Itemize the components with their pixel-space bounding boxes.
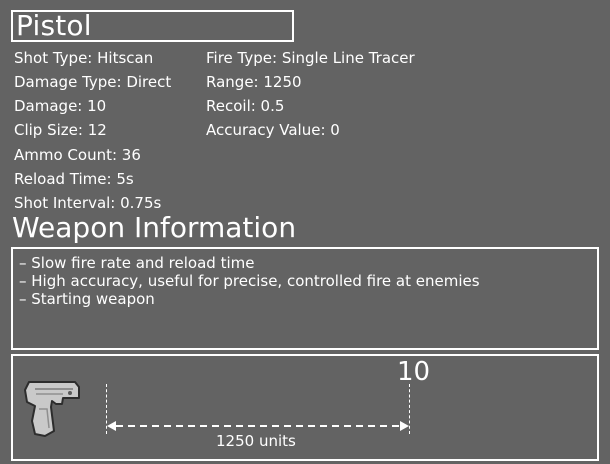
range-arrow [107,421,409,431]
stat-accuracy: Accuracy Value: 0 [206,121,340,139]
weapon-information-box: – Slow fire rate and reload time – High … [11,247,599,350]
stat-ammo-count: Ammo Count: 36 [14,146,141,164]
stat-shot-interval: Shot Interval: 0.75s [14,194,162,212]
info-note: – Slow fire rate and reload time [19,254,255,272]
weapon-information-heading: Weapon Information [12,211,297,244]
weapon-title-box: Pistol [11,9,294,42]
weapon-name: Pistol [16,9,92,42]
info-note: – High accuracy, useful for precise, con… [19,272,480,290]
stat-fire-type: Fire Type: Single Line Tracer [206,49,415,67]
stat-clip-size: Clip Size: 12 [14,121,107,139]
info-note: – Starting weapon [19,290,155,308]
range-display-box: 10 1250 units [11,354,599,461]
range-value: 10 [397,357,431,387]
stat-recoil: Recoil: 0.5 [206,97,285,115]
pistol-icon [24,381,80,437]
stat-shot-type: Shot Type: Hitscan [14,49,154,67]
stat-damage-type: Damage Type: Direct [14,73,172,91]
range-label: 1250 units [216,432,296,450]
stat-range: Range: 1250 [206,73,302,91]
stat-reload-time: Reload Time: 5s [14,170,134,188]
stat-damage: Damage: 10 [14,97,107,115]
